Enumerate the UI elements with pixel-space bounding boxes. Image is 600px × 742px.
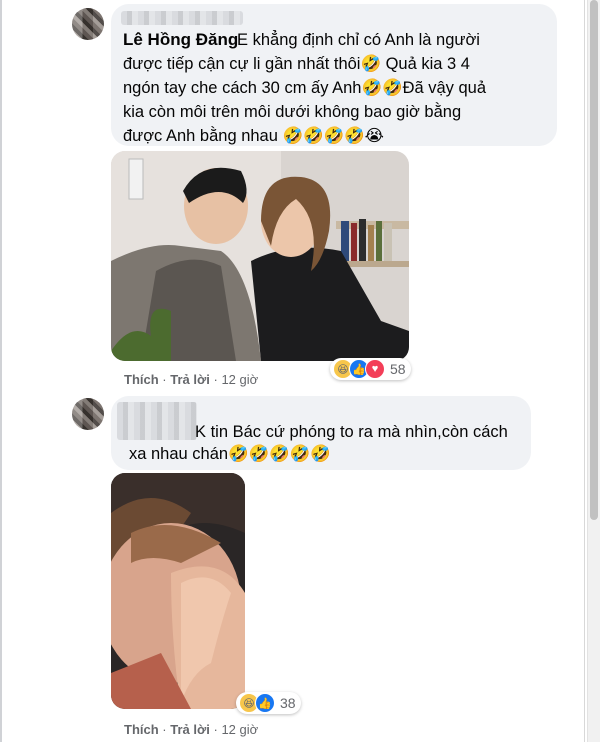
separator-dot: · bbox=[213, 722, 218, 737]
separator-dot: · bbox=[162, 722, 167, 737]
like-link[interactable]: Thích bbox=[124, 372, 159, 387]
comment-actions: Thích · Trả lời · 12 giờ bbox=[124, 722, 258, 737]
reply-link[interactable]: Trả lời bbox=[170, 722, 210, 737]
comment-author[interactable]: Lê Hồng Đăng bbox=[123, 30, 238, 50]
page-edge bbox=[0, 0, 2, 742]
timestamp[interactable]: 12 giờ bbox=[221, 372, 258, 387]
like-link[interactable]: Thích bbox=[124, 722, 159, 737]
comment-text-line: ngón tay che cách 30 cm ấy Anh🤣🤣Đã vậy q… bbox=[123, 79, 487, 97]
closeup-photo-image bbox=[111, 473, 245, 709]
comment-actions: Thích · Trả lời · 12 giờ bbox=[124, 372, 258, 387]
comment-photo[interactable] bbox=[111, 473, 245, 709]
scrollbar[interactable] bbox=[587, 0, 600, 742]
reaction-summary[interactable]: 😆 👍 ♥ 58 bbox=[330, 358, 411, 380]
comment-text-line: E khẳng định chỉ có Anh là người bbox=[237, 31, 480, 49]
reaction-summary[interactable]: 😆 👍 38 bbox=[236, 692, 301, 714]
comment-text-line: kia còn môi trên môi dưới không bao giờ … bbox=[123, 103, 462, 121]
reaction-count: 38 bbox=[280, 695, 296, 711]
content-divider bbox=[584, 0, 585, 742]
couple-photo-image bbox=[111, 151, 409, 361]
comment-photo[interactable] bbox=[111, 151, 409, 361]
comment-bubble: K tin Bác cứ phóng to ra mà nhìn,còn các… bbox=[111, 396, 531, 470]
separator-dot: · bbox=[162, 372, 167, 387]
scrollbar-thumb[interactable] bbox=[590, 0, 598, 520]
commenter-avatar[interactable] bbox=[72, 8, 104, 40]
separator-dot: · bbox=[213, 372, 218, 387]
like-icon: 👍 bbox=[255, 693, 275, 713]
blurred-name bbox=[117, 402, 197, 440]
commenter-avatar[interactable] bbox=[72, 398, 104, 430]
timestamp[interactable]: 12 giờ bbox=[221, 722, 258, 737]
reply-link[interactable]: Trả lời bbox=[170, 372, 210, 387]
comment-text-line: được tiếp cận cự li gần nhất thôi🤣 Quả k… bbox=[123, 55, 470, 73]
comment-text-line: được Anh bằng nhau 🤣🤣🤣🤣😭 bbox=[123, 127, 384, 145]
comment-text-line: K tin Bác cứ phóng to ra mà nhìn,còn các… bbox=[195, 423, 508, 441]
comment-text-line: xa nhau chán🤣🤣🤣🤣🤣 bbox=[129, 445, 331, 463]
reaction-count: 58 bbox=[390, 361, 406, 377]
comment-bubble: Lê Hồng Đăng E khẳng định chỉ có Anh là … bbox=[111, 4, 557, 146]
love-icon: ♥ bbox=[365, 359, 385, 379]
blurred-name bbox=[121, 11, 243, 25]
